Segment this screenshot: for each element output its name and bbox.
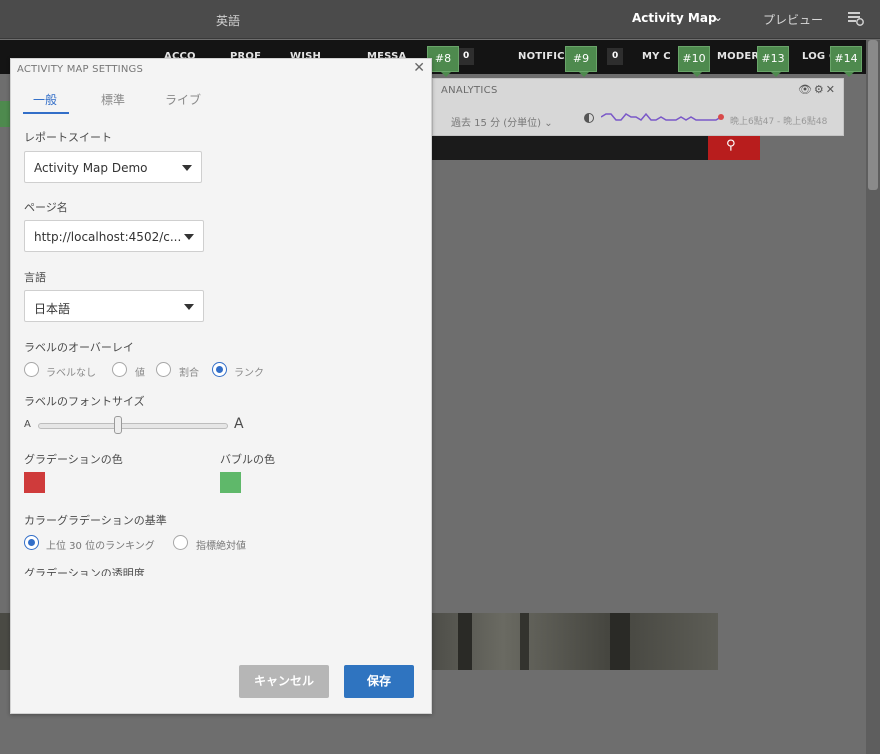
analytics-title: ANALYTICS — [441, 85, 498, 96]
color-basis-radio-absolute[interactable] — [173, 535, 188, 550]
tab-standard[interactable]: 標準 — [101, 91, 125, 108]
search-icon: ⚲ — [726, 138, 736, 153]
rank-badge[interactable]: #10 — [678, 46, 710, 77]
scrollbar-thumb[interactable] — [868, 40, 878, 190]
time-range-dropdown[interactable]: 過去 15 分 (分単位) ⌄ — [451, 114, 553, 129]
color-basis-label: カラーグラデーションの基準 — [24, 514, 167, 527]
search-button[interactable]: ⚲ — [708, 136, 760, 160]
notifications-count-badge: 0 — [607, 48, 624, 65]
overlay-radio-rank[interactable] — [212, 362, 227, 377]
time-range-text: 晩上6點47 - 晩上6點48 — [730, 117, 828, 127]
font-large-label: A — [234, 416, 244, 432]
font-small-label: A — [24, 419, 31, 430]
color-basis-option-label[interactable]: 上位 30 位のランキング — [46, 537, 155, 552]
chevron-down-icon[interactable]: ⌄ — [713, 10, 723, 24]
preview-button[interactable]: プレビュー — [763, 11, 823, 28]
dialog-title: ACTIVITY MAP SETTINGS — [17, 64, 144, 75]
color-basis-option-label[interactable]: 指標絶対値 — [196, 537, 246, 552]
overlay-radio-value[interactable] — [112, 362, 127, 377]
bubble-color-swatch[interactable] — [220, 472, 241, 493]
cancel-button[interactable]: キャンセル — [239, 665, 329, 698]
list-settings-icon[interactable] — [847, 11, 864, 26]
gradient-color-label: グラデーションの色 — [24, 453, 123, 466]
overlay-radio-none[interactable] — [24, 362, 39, 377]
color-basis-radio-top30[interactable] — [24, 535, 39, 550]
rank-badge-partial[interactable] — [0, 101, 10, 127]
gradient-color-swatch[interactable] — [24, 472, 45, 493]
overlay-option-label[interactable]: 割合 — [179, 364, 199, 379]
report-suite-label: レポートスイート — [24, 131, 112, 144]
transparency-label: グラデーションの透明度 — [24, 567, 145, 580]
overlay-option-label[interactable]: ランク — [234, 364, 264, 379]
save-button[interactable]: 保存 — [344, 665, 414, 698]
label-overlay-label: ラベルのオーバーレイ — [24, 341, 134, 354]
activity-sparkline — [601, 112, 724, 121]
rank-badge[interactable]: #14 — [830, 46, 862, 77]
bubble-color-label: バブルの色 — [220, 453, 275, 466]
page-name-value: http://localhost:4502/c... — [34, 230, 182, 244]
caret-down-icon — [184, 304, 194, 310]
messages-count-badge: 0 — [458, 48, 475, 65]
analytics-toolbar-icons[interactable]: 👁⚙✕ — [798, 83, 837, 96]
overlay-option-label[interactable]: 値 — [135, 364, 145, 379]
mode-selector[interactable]: Activity Map — [632, 11, 717, 25]
contrast-icon[interactable] — [584, 113, 594, 123]
language-label: 言語 — [24, 271, 46, 284]
analytics-panel: ANALYTICS 👁⚙✕ 過去 15 分 (分単位) ⌄ 晩上6點47 - 晩… — [432, 78, 844, 136]
report-suite-value: Activity Map Demo — [34, 161, 148, 175]
top-app-bar: 英語 Activity Map ⌄ プレビュー — [0, 0, 880, 39]
page-scrollbar[interactable] — [866, 40, 880, 754]
tab-live[interactable]: ライブ — [165, 91, 201, 108]
page-name-select[interactable]: http://localhost:4502/c... — [24, 220, 204, 252]
nav-item-my-cart[interactable]: MY C — [642, 51, 671, 62]
close-icon[interactable]: ✕ — [413, 60, 425, 76]
rank-badge[interactable]: #9 — [565, 46, 597, 77]
language-value: 日本語 — [34, 302, 71, 316]
overlay-option-label[interactable]: ラベルなし — [46, 364, 96, 379]
language-select[interactable]: 日本語 — [24, 290, 204, 322]
rank-badge[interactable]: #13 — [757, 46, 789, 77]
active-tab-indicator — [23, 112, 69, 114]
language-indicator[interactable]: 英語 — [216, 12, 240, 29]
report-suite-select[interactable]: Activity Map Demo — [24, 151, 202, 183]
page-name-label: ページ名 — [24, 201, 68, 214]
tab-general[interactable]: 一般 — [33, 91, 57, 108]
font-size-slider-track[interactable] — [38, 423, 228, 429]
overlay-radio-percent[interactable] — [156, 362, 171, 377]
activity-map-settings-dialog: ACTIVITY MAP SETTINGS ✕ 一般 標準 ライブ レポートスイ… — [10, 58, 432, 714]
search-field-strip[interactable] — [432, 136, 708, 160]
caret-down-icon — [182, 165, 192, 171]
font-size-label: ラベルのフォントサイズ — [24, 395, 145, 408]
font-size-slider-handle[interactable] — [113, 416, 122, 434]
caret-down-icon — [184, 234, 194, 240]
